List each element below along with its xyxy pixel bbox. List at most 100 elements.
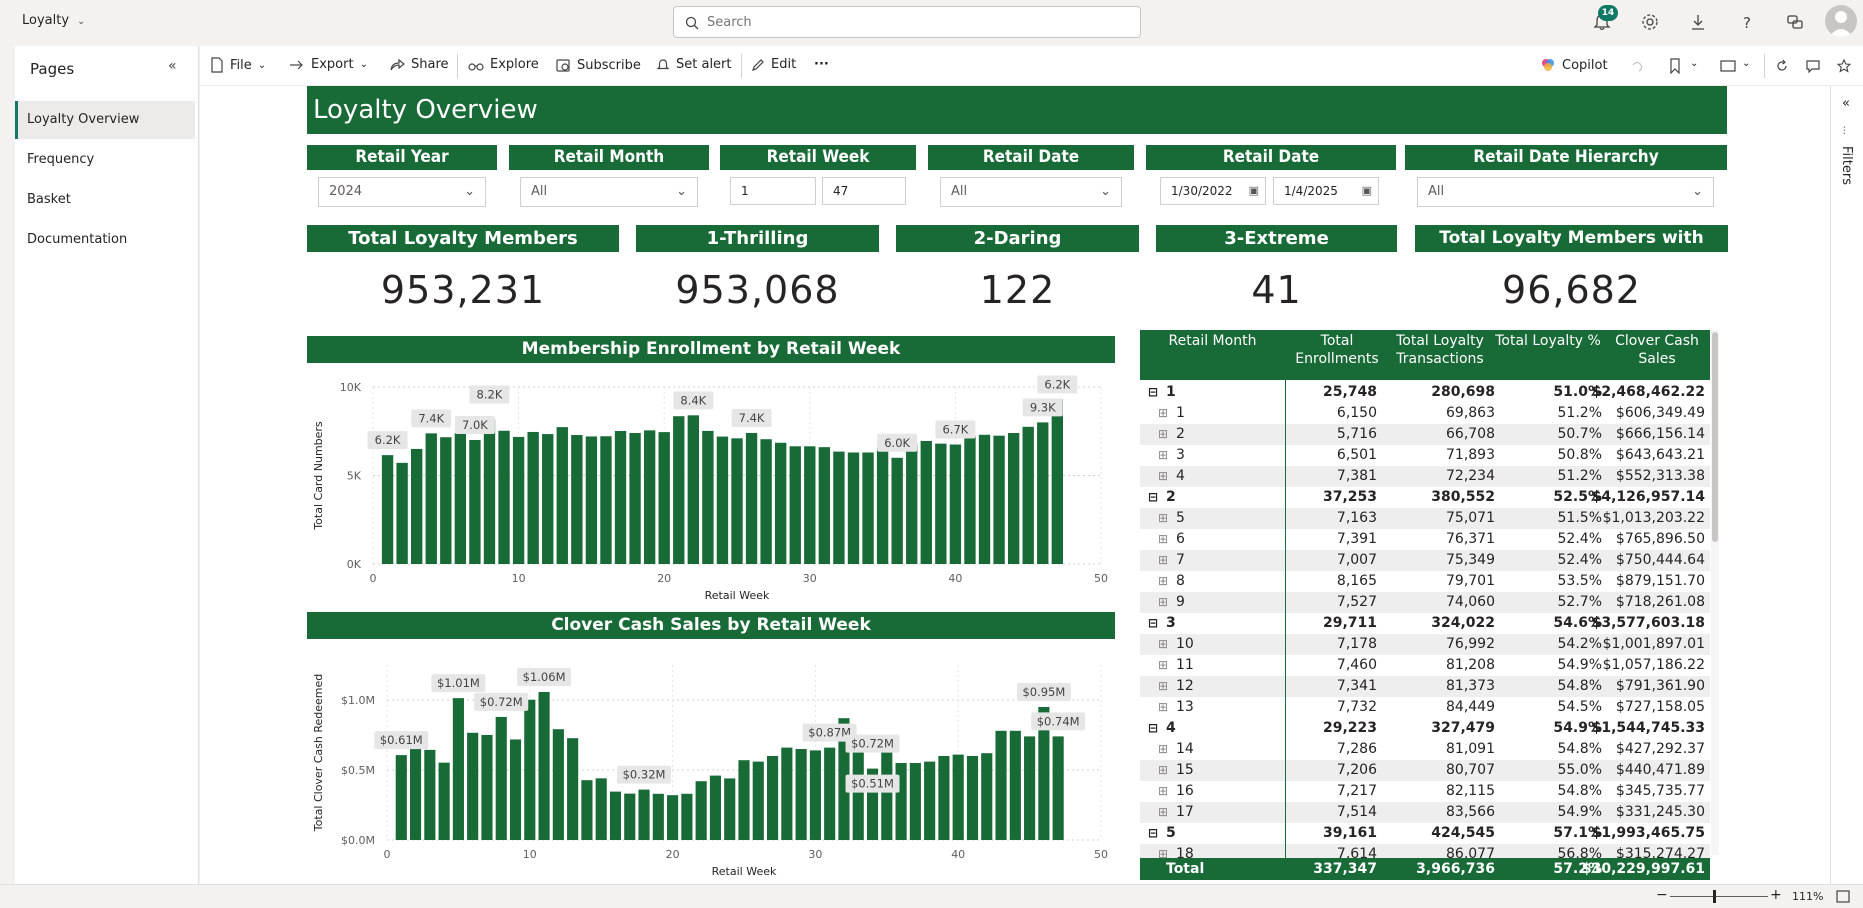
bar[interactable] (585, 436, 598, 564)
chevron-down-icon[interactable]: ⌄ (1690, 58, 1698, 69)
bar[interactable] (454, 433, 467, 564)
bar[interactable] (906, 444, 918, 564)
matrix-row[interactable]: ⊞ 4 7,381 72,234 51.2% $552,313.38 (1140, 466, 1710, 487)
expand-icon[interactable]: ⊞ (1158, 592, 1168, 613)
matrix-group-row[interactable]: ⊟ 4 29,223 327,479 54.9% $1,544,745.33 (1140, 718, 1710, 739)
bar[interactable] (667, 795, 679, 840)
expand-icon[interactable]: ⊞ (1158, 697, 1168, 718)
zoom-in-button[interactable]: + (1770, 887, 1782, 903)
expand-filters-icon[interactable]: « (1842, 96, 1850, 111)
bar[interactable] (638, 789, 650, 840)
expand-icon[interactable]: ⊞ (1158, 655, 1168, 676)
expand-icon[interactable]: ⊞ (1158, 634, 1168, 655)
download-icon[interactable] (1688, 12, 1708, 32)
bar[interactable] (964, 435, 976, 564)
bar[interactable] (438, 762, 450, 840)
matrix-row[interactable]: ⊞ 16 7,217 82,115 54.8% $345,735.77 (1140, 781, 1710, 802)
expand-icon[interactable]: ⊞ (1158, 550, 1168, 571)
app-switcher[interactable]: Loyalty ⌄ (22, 13, 85, 28)
page-item-frequency[interactable]: Frequency (15, 141, 195, 179)
bar[interactable] (760, 439, 772, 564)
bar[interactable] (795, 749, 807, 840)
more-options-button[interactable]: ··· (814, 57, 829, 72)
bar[interactable] (643, 430, 656, 564)
bar[interactable] (909, 763, 921, 840)
bar[interactable] (673, 416, 685, 564)
bar[interactable] (556, 427, 568, 564)
bar[interactable] (687, 415, 699, 564)
bar[interactable] (935, 443, 947, 564)
bar[interactable] (891, 457, 903, 564)
matrix-row[interactable]: ⊞ 8 8,165 79,701 53.5% $879,151.70 (1140, 571, 1710, 592)
bar[interactable] (1007, 433, 1020, 564)
expand-icon[interactable]: ⊞ (1158, 760, 1168, 781)
expand-icon[interactable]: ⊞ (1158, 403, 1168, 424)
bar[interactable] (425, 433, 437, 564)
bar[interactable] (702, 430, 714, 564)
matrix-row[interactable]: ⊞ 14 7,286 81,091 54.8% $427,292.37 (1140, 739, 1710, 760)
bar[interactable] (938, 756, 950, 840)
expand-icon[interactable]: ⊞ (1158, 571, 1168, 592)
bar[interactable] (481, 734, 493, 840)
bar[interactable] (952, 754, 964, 840)
retail-week-to-input[interactable]: 47 (822, 177, 906, 205)
calendar-icon[interactable]: ▣ (1249, 178, 1259, 204)
page-item-basket[interactable]: Basket (15, 181, 195, 219)
bar[interactable] (629, 433, 641, 564)
bar[interactable] (600, 436, 612, 564)
retail-month-dropdown[interactable]: All ⌄ (520, 177, 698, 207)
bar[interactable] (409, 746, 422, 840)
matrix-row[interactable]: ⊞ 6 7,391 76,371 52.4% $765,896.50 (1140, 529, 1710, 550)
bar[interactable] (1009, 730, 1021, 840)
bar[interactable] (624, 793, 636, 840)
bar[interactable] (614, 431, 627, 564)
fit-to-page-icon[interactable] (1836, 890, 1850, 903)
help-icon[interactable]: ? (1737, 12, 1757, 32)
bar[interactable] (824, 747, 836, 840)
set-alert-button[interactable]: Set alert (656, 57, 732, 72)
bar[interactable] (818, 447, 831, 564)
bar[interactable] (789, 446, 801, 564)
bar[interactable] (467, 732, 479, 840)
bar[interactable] (995, 730, 1007, 840)
zoom-slider-thumb[interactable] (1713, 890, 1716, 903)
bar[interactable] (809, 750, 821, 840)
matrix-scrollbar[interactable] (1712, 332, 1718, 542)
col-header-total-loyalty-transactions[interactable]: Total Loyalty Transactions (1386, 332, 1494, 368)
bar[interactable] (920, 440, 932, 564)
matrix-group-row[interactable]: ⊟ 3 29,711 324,022 54.6% $3,577,603.18 (1140, 613, 1710, 634)
bar[interactable] (738, 760, 750, 840)
clover-cash-sales-chart[interactable]: $0.0M$0.5M$1.0M0 10 20 30 40 50$0.61M$1.01M$0… (307, 639, 1115, 883)
explore-button[interactable]: Explore (468, 57, 539, 72)
avatar[interactable] (1825, 5, 1857, 37)
bar[interactable] (876, 448, 889, 564)
collapse-icon[interactable]: ⊟ (1148, 718, 1158, 739)
bar[interactable] (775, 442, 787, 564)
bar[interactable] (495, 716, 507, 840)
bar[interactable] (924, 761, 936, 840)
matrix-row[interactable]: ⊞ 10 7,178 76,992 54.2% $1,001,897.01 (1140, 634, 1710, 655)
zoom-out-button[interactable]: − (1656, 887, 1668, 903)
bar[interactable] (949, 444, 962, 564)
matrix-group-row[interactable]: ⊟ 2 37,253 380,552 52.5% $4,126,957.14 (1140, 487, 1710, 508)
bar[interactable] (1052, 736, 1064, 840)
matrix-row[interactable]: ⊞ 12 7,341 81,373 54.8% $791,361.90 (1140, 676, 1710, 697)
bar[interactable] (509, 739, 522, 840)
bar[interactable] (1022, 426, 1034, 564)
bar[interactable] (1024, 736, 1036, 840)
bar[interactable] (731, 438, 743, 564)
bar[interactable] (512, 436, 525, 564)
bar[interactable] (609, 791, 622, 840)
bar[interactable] (424, 749, 436, 840)
matrix-row[interactable]: ⊞ 15 7,206 80,707 55.0% $440,471.89 (1140, 760, 1710, 781)
matrix-row[interactable]: ⊞ 1 6,150 69,863 51.2% $606,349.49 (1140, 403, 1710, 424)
membership-enrollment-chart[interactable]: 0K 5K 10K 0 10 20 30 40 50 6.2K 7.4K 7.0K 8.2K 8.4K 7.… (307, 363, 1115, 607)
collapse-icon[interactable]: ⊟ (1148, 823, 1158, 844)
share-button[interactable]: Share (389, 57, 449, 72)
bar[interactable] (411, 448, 423, 564)
retail-date-from-input[interactable]: 1/30/2022 ▣ (1160, 177, 1266, 205)
expand-icon[interactable]: ⊞ (1158, 676, 1168, 697)
bar[interactable] (571, 435, 583, 564)
col-header-retail-month[interactable]: Retail Month (1140, 332, 1285, 350)
bar[interactable] (1051, 399, 1063, 564)
